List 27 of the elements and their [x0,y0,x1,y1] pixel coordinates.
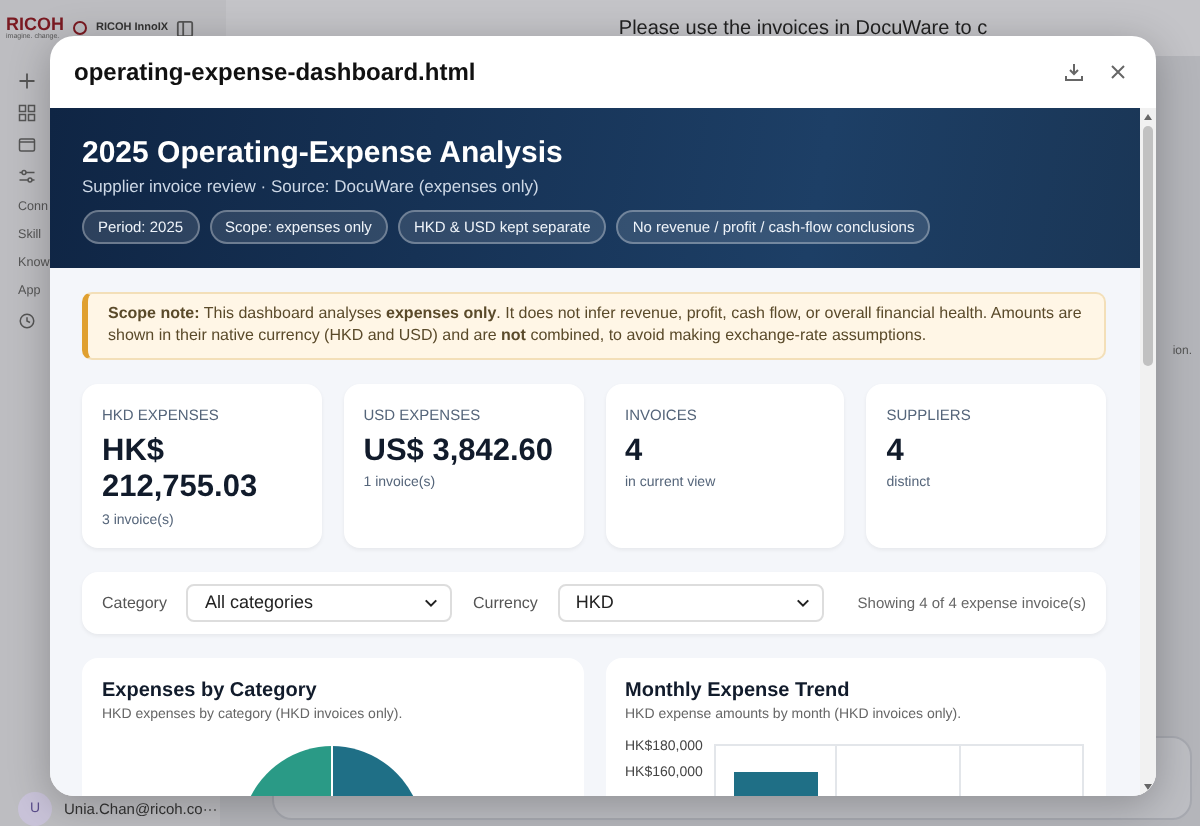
kpi-value: US$ 3,842.60 [363,433,556,471]
window-icon[interactable] [18,136,36,154]
chart-title: Expenses by Category [102,679,319,702]
chevron-icon [424,595,439,610]
filter-select[interactable]: All categories [186,583,453,622]
dashboard-subtitle: Supplier invoice review · Source: DocuWare (expenses only) [82,176,541,196]
sidebar-toggle-icon[interactable] [176,19,195,37]
chart-title: Monthly Expense Trend [625,679,852,702]
scope-note: Scope note: This dashboard analyses expenses only. It does not infer revenue, profit, cash flow, or overall financial health. Amounts are shown in their native currency (HKD and USD) and are not combined, to avoid making exchange-rate assumptions. [82,292,1106,360]
filter-select[interactable]: HKD [557,583,824,622]
filter-label: Category [102,593,167,612]
chevron-icon [795,595,810,610]
chat-title: Please use the invoices in DocuWare to c [616,17,990,39]
dashboard-title: 2025 Operating-Expense Analysis [82,136,565,170]
scrollbar[interactable] [1140,108,1156,796]
kpi-value: HK$ 212,755.03 [102,433,260,508]
filter-label: Currency [472,593,538,612]
kpi-value: 4 [625,433,645,471]
plus-icon[interactable] [18,72,36,90]
sliders-icon[interactable] [18,168,36,186]
history-icon[interactable] [18,312,36,330]
kpi-value: 4 [886,433,906,471]
close-icon[interactable] [1108,62,1128,82]
dialog-title: operating-expense-dashboard.html [74,58,478,86]
grid-icon[interactable] [18,104,36,122]
download-icon[interactable] [1064,62,1084,82]
brand-logo: RICOH [6,15,64,34]
